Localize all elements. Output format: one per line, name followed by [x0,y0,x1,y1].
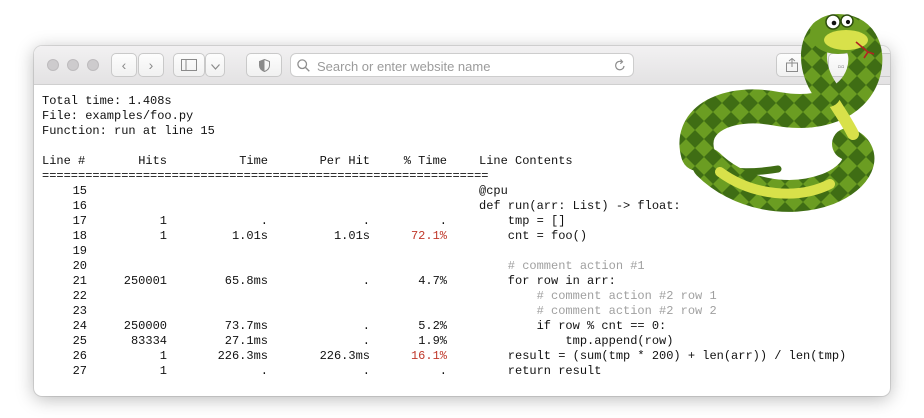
sidebar-icon [181,59,197,71]
table-row: 22 # comment action #2 row 1 [42,289,717,304]
code-cell: @cpu [479,184,508,198]
col-time-header: Time [239,154,268,168]
per-hit-cell: . [362,214,370,228]
time-cell: . [260,214,268,228]
code-cell: # comment action #2 row 2 [479,304,717,318]
pct-time-cell: . [439,364,447,378]
code-cell: return result [479,364,602,378]
line-number: 17 [72,214,87,228]
pct-time-cell: 72.1% [410,229,447,243]
table-row: 19 [42,244,552,259]
sidebar-menu-button[interactable] [205,53,225,77]
hits-cell: 1 [159,214,167,228]
pct-time-cell: 4.7% [418,274,447,288]
hits-cell: 1 [159,349,167,363]
code-cell: if row % cnt == 0: [479,319,667,333]
file-path: File: examples/foo.py [42,109,194,123]
back-icon: ‹ [121,57,127,73]
code-cell: tmp.append(row) [479,334,674,348]
table-row: 18 1 1.01s 1.01s 72.1% cnt = foo() [42,229,587,244]
close-window-button[interactable] [47,59,59,71]
col-contents-header: Line Contents [479,154,573,168]
function-info: Function: run at line 15 [42,124,215,138]
table-row: 24 250000 73.7ms. 5.2% if row % cnt == 0: [42,319,667,334]
minimize-window-button[interactable] [67,59,79,71]
back-button[interactable]: ‹ [111,53,137,77]
profiler-output: Total time: 1.408s File: examples/foo.py… [42,94,847,379]
code-cell: cnt = foo() [479,229,588,243]
table-row: 17 1... tmp = [] [42,214,566,229]
table-row: 27 1... return result [42,364,602,379]
hits-cell: 83334 [130,334,167,348]
pct-time-cell: 1.9% [418,334,447,348]
table-row: 20 # comment action #1 [42,259,645,274]
per-hit-cell: . [362,319,370,333]
col-pct-time-header: % Time [403,154,447,168]
pct-time-cell: 16.1% [410,349,447,363]
per-hit-cell: 1.01s [333,229,370,243]
table-row: 21 250001 65.8ms. 4.7% for row in arr: [42,274,616,289]
line-number: 21 [72,274,87,288]
col-line-header: Line # [42,154,86,168]
line-number: 20 [72,259,87,273]
chevron-down-icon [210,64,220,70]
col-hits-header: Hits [138,154,167,168]
table-row: 16 def run(arr: List) -> float: [42,199,681,214]
time-cell: 73.7ms [224,319,268,333]
code-cell: for row in arr: [479,274,616,288]
table-row: 26 1 226.3ms 226.3ms 16.1% result = (sum(tmp… [42,349,847,364]
pct-time-cell: 5.2% [418,319,447,333]
table-row: 25 83334 27.1ms. 1.9% tmp.append(row) [42,334,674,349]
time-cell: 226.3ms [217,349,268,363]
shield-icon [258,58,270,73]
zoom-window-button[interactable] [87,59,99,71]
code-cell: # comment action #1 [479,259,645,273]
privacy-button[interactable] [246,53,282,77]
time-cell: . [260,364,268,378]
code-cell: def run(arr: List) -> float: [479,199,681,213]
line-number: 24 [72,319,87,333]
reload-icon[interactable] [614,59,626,72]
line-number: 18 [72,229,87,243]
time-cell: 27.1ms [224,334,268,348]
forward-icon: › [148,57,154,73]
line-number: 26 [72,349,87,363]
line-number: 16 [72,199,87,213]
pct-time-cell: . [439,214,447,228]
hits-cell: 1 [159,364,167,378]
code-cell: result = (sum(tmp * 200) + len(arr)) / l… [479,349,847,363]
table-row: 23 # comment action #2 row 2 [42,304,717,319]
per-hit-cell: . [362,274,370,288]
sidebar-button[interactable] [173,53,205,77]
hits-cell: 250000 [123,319,167,333]
time-cell: 65.8ms [224,274,268,288]
line-number: 19 [72,244,87,258]
header-rule: ========================================… [42,169,489,183]
hits-cell: 1 [159,229,167,243]
line-number: 15 [72,184,87,198]
per-hit-cell: . [362,364,370,378]
time-cell: 1.01s [231,229,268,243]
python-snake-mascot [679,14,883,212]
line-number: 23 [72,304,87,318]
total-time: Total time: 1.408s [42,94,172,108]
forward-button[interactable]: › [138,53,164,77]
search-icon [297,59,310,72]
col-per-hit-header: Per Hit [319,154,370,168]
per-hit-cell: 226.3ms [319,349,370,363]
profile-rows: 15 @cpu 16 def run(arr: List) -> float: 17 1.… [42,184,847,379]
line-number: 25 [72,334,87,348]
code-cell: tmp = [] [479,214,566,228]
per-hit-cell: . [362,334,370,348]
table-row: 15 @cpu [42,184,552,199]
hits-cell: 250001 [123,274,167,288]
table-header: Line # Hits Time Per Hit % Time Line Con… [42,154,573,169]
address-bar[interactable] [290,53,634,77]
line-number: 27 [72,364,87,378]
line-number: 22 [72,289,87,303]
code-cell: # comment action #2 row 1 [479,289,717,303]
search-input[interactable] [315,56,609,76]
